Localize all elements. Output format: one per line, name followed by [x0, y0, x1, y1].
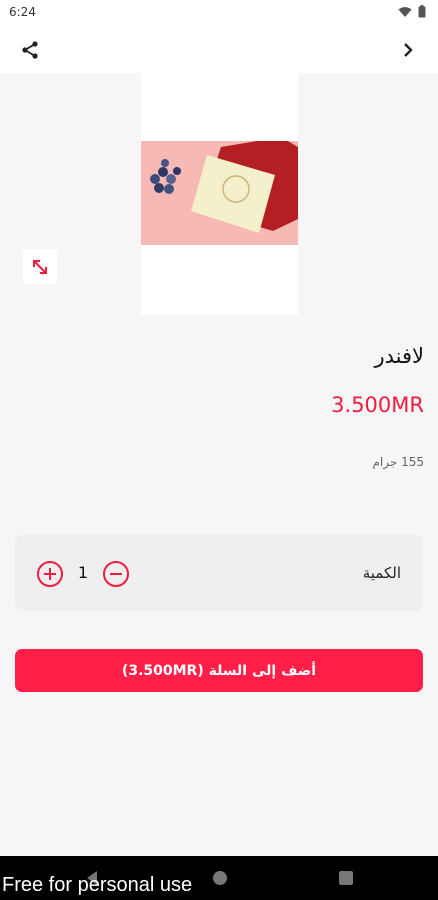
wifi-icon	[398, 6, 412, 17]
expand-icon	[33, 259, 47, 274]
plus-circle-icon	[44, 568, 56, 580]
increase-quantity-button[interactable]	[37, 561, 63, 587]
add-to-cart-button[interactable]: أضف إلى السلة (3.500MR)	[15, 649, 423, 692]
battery-icon	[418, 5, 426, 18]
add-to-cart-label: أضف إلى السلة (3.500MR)	[121, 662, 317, 679]
product-weight: 155 جرام	[372, 455, 424, 469]
watermark: Free for personal use	[2, 874, 193, 896]
share-button[interactable]	[12, 32, 48, 68]
status-time: 6:24	[9, 5, 36, 19]
product-title: لافندر	[374, 344, 424, 368]
back-button[interactable]	[390, 32, 426, 68]
home-nav-icon[interactable]	[212, 870, 228, 886]
quantity-selector: 1 الكمية	[15, 535, 423, 611]
quantity-label: الكمية	[362, 564, 401, 582]
product-image-panel	[141, 73, 298, 315]
share-icon	[22, 41, 38, 59]
expand-image-button[interactable]	[23, 249, 57, 284]
chevron-right-icon	[404, 43, 413, 57]
status-bar: 6:24	[0, 0, 438, 26]
product-photo[interactable]	[141, 141, 298, 245]
soap-product-image	[141, 141, 298, 245]
decrease-quantity-button[interactable]	[103, 561, 129, 587]
recents-nav-icon[interactable]	[339, 871, 353, 885]
status-icons	[398, 5, 426, 18]
minus-circle-icon	[110, 573, 122, 575]
app-bar	[0, 26, 438, 73]
quantity-value: 1	[77, 563, 89, 582]
product-price: 3.500MR	[331, 393, 424, 417]
